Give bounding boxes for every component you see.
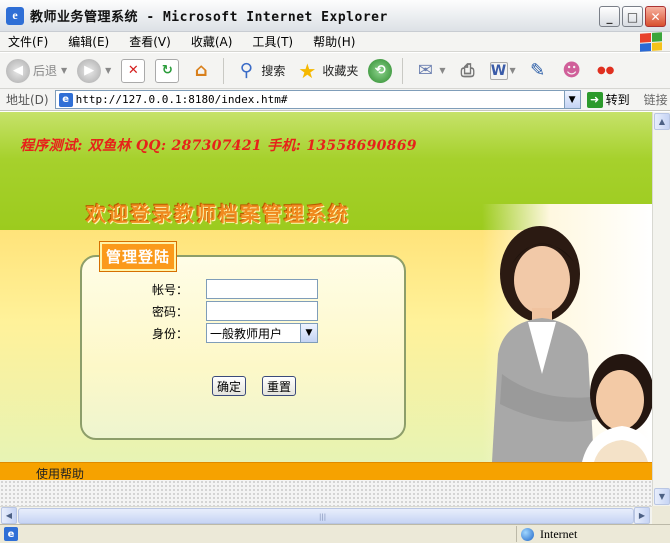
search-label: 搜索 [261, 64, 286, 78]
pig-icon: ☻ [562, 60, 582, 81]
grip-icon: ||| [319, 513, 327, 521]
identity-selected-value: 一般教师用户 [210, 326, 283, 341]
status-bar: e Internet [0, 524, 670, 543]
windows-logo-icon [640, 32, 662, 52]
favorites-button[interactable]: ★ 收藏夹 [295, 59, 358, 83]
forward-arrow-icon: ▶ [77, 58, 102, 83]
menu-tools[interactable]: 工具(T) [252, 33, 293, 50]
back-label: 后退 [33, 64, 58, 78]
go-arrow-icon: ➜ [586, 91, 603, 108]
credits-text: 程序测试: 双鱼林 QQ: 287307421 手机: 13558690869 [20, 138, 417, 154]
ie-icon: e [6, 6, 24, 25]
window-controls: _ □ ✕ [599, 6, 666, 27]
edit-button[interactable]: W ▼ [489, 61, 516, 80]
teachers-photo [482, 204, 652, 462]
search-button[interactable]: ⚲ 搜索 [234, 59, 286, 83]
home-button[interactable]: ⌂ [189, 59, 213, 83]
tv-button[interactable]: ●● [594, 59, 618, 83]
menu-view[interactable]: 查看(V) [129, 33, 171, 50]
chevron-down-icon: ▼ [509, 66, 516, 75]
security-zone: Internet [516, 526, 646, 542]
scroll-up-icon[interactable]: ▲ [654, 113, 670, 130]
zone-label: Internet [540, 526, 578, 541]
history-icon: ⟲ [368, 58, 393, 83]
menu-file[interactable]: 文件(F) [8, 33, 48, 50]
status-page-icon: e [4, 527, 18, 541]
menu-bar: 文件(F) 编辑(E) 查看(V) 收藏(A) 工具(T) 帮助(H) [0, 32, 670, 52]
forward-button[interactable]: ▶ ▼ [77, 58, 112, 83]
panel-title: 管理登陆 [100, 242, 177, 271]
address-input[interactable]: e http://127.0.0.1:8180/index.htm# ▼ [54, 90, 581, 109]
globe-icon [521, 527, 534, 541]
stop-button[interactable]: ✕ [121, 58, 146, 83]
chevron-down-icon: ▼ [61, 66, 68, 75]
chevron-down-icon[interactable]: ▼ [563, 91, 580, 108]
toolbar-divider [402, 57, 404, 84]
go-button[interactable]: ➜ 转到 [586, 91, 630, 108]
reset-button[interactable]: 重置 [262, 376, 297, 396]
confirm-button[interactable]: 确定 [212, 376, 247, 396]
print-button[interactable]: ⎙ [456, 59, 480, 83]
maximize-button[interactable]: □ [622, 6, 643, 27]
address-bar: 地址(D) e http://127.0.0.1:8180/index.htm#… [0, 89, 670, 111]
star-icon: ★ [298, 58, 317, 83]
edit-icon: W [489, 61, 508, 80]
address-url: http://127.0.0.1:8180/index.htm# [75, 93, 288, 106]
menu-edit[interactable]: 编辑(E) [68, 33, 109, 50]
chevron-down-icon: ▼ [105, 66, 112, 75]
chevron-down-icon: ▼ [300, 324, 317, 342]
teachers-illustration [492, 226, 652, 462]
password-input[interactable] [206, 301, 318, 321]
footer-pattern [0, 480, 652, 506]
messenger-button[interactable]: ✎ [526, 59, 550, 83]
back-arrow-icon: ◀ [6, 58, 30, 83]
mail-icon: ✉ [417, 60, 433, 81]
page-content: 程序测试: 双鱼林 QQ: 287307421 手机: 13558690869 … [0, 112, 652, 506]
window-title: 教师业务管理系统 - Microsoft Internet Explorer [30, 10, 388, 25]
links-button[interactable]: 链接 [644, 91, 668, 108]
menu-favorites[interactable]: 收藏(A) [191, 33, 233, 50]
back-button[interactable]: ◀ 后退 ▼ [6, 58, 68, 83]
horizontal-scrollbar[interactable]: ◀ ||| ▶ [0, 506, 652, 524]
refresh-icon: ↻ [155, 58, 180, 83]
tv-icon: ●● [596, 65, 615, 76]
minimize-button[interactable]: _ [599, 6, 620, 27]
vertical-scrollbar[interactable]: ▲ ▼ [652, 112, 670, 506]
history-button[interactable]: ⟲ [368, 58, 393, 83]
identity-select[interactable]: 一般教师用户 ▼ [206, 323, 318, 343]
scroll-corner [652, 506, 670, 524]
favorites-label: 收藏夹 [322, 64, 359, 78]
account-label: 帐号： [152, 282, 189, 297]
account-input[interactable] [206, 279, 318, 299]
login-panel: 帐号： 密码： 身份： 一般教师用户 ▼ 确定 重置 [80, 255, 406, 440]
page-icon: e [58, 92, 73, 107]
search-icon: ⚲ [239, 60, 253, 81]
mail-button[interactable]: ✉ ▼ [413, 59, 446, 83]
password-label: 密码： [152, 304, 189, 319]
identity-label: 身份： [152, 326, 189, 341]
close-button[interactable]: ✕ [645, 6, 666, 27]
go-label: 转到 [605, 93, 630, 107]
footer-bar: 使用帮助 [0, 462, 652, 481]
scroll-left-icon[interactable]: ◀ [1, 507, 17, 524]
horizontal-scroll-thumb[interactable]: ||| [18, 508, 634, 524]
printer-icon: ⎙ [460, 60, 475, 81]
scroll-right-icon[interactable]: ▶ [634, 507, 650, 524]
messenger-icon: ✎ [530, 60, 546, 81]
welcome-title: 欢迎登录教师档案管理系统 [86, 202, 350, 226]
scroll-down-icon[interactable]: ▼ [654, 488, 670, 505]
toolbar-divider [223, 57, 225, 84]
home-icon: ⌂ [194, 60, 208, 81]
chevron-down-icon: ▼ [439, 66, 446, 75]
window-titlebar: e 教师业务管理系统 - Microsoft Internet Explorer… [0, 0, 670, 32]
refresh-button[interactable]: ↻ [155, 58, 180, 83]
address-label: 地址(D) [6, 93, 49, 107]
menu-help[interactable]: 帮助(H) [313, 33, 355, 50]
stop-icon: ✕ [121, 58, 146, 83]
toolbar: ◀ 后退 ▼ ▶ ▼ ✕ ↻ ⌂ ⚲ 搜索 ★ 收藏夹 ⟲ ✉ ▼ ⎙ W ▼ … [0, 53, 670, 89]
pig-button[interactable]: ☻ [560, 59, 584, 83]
